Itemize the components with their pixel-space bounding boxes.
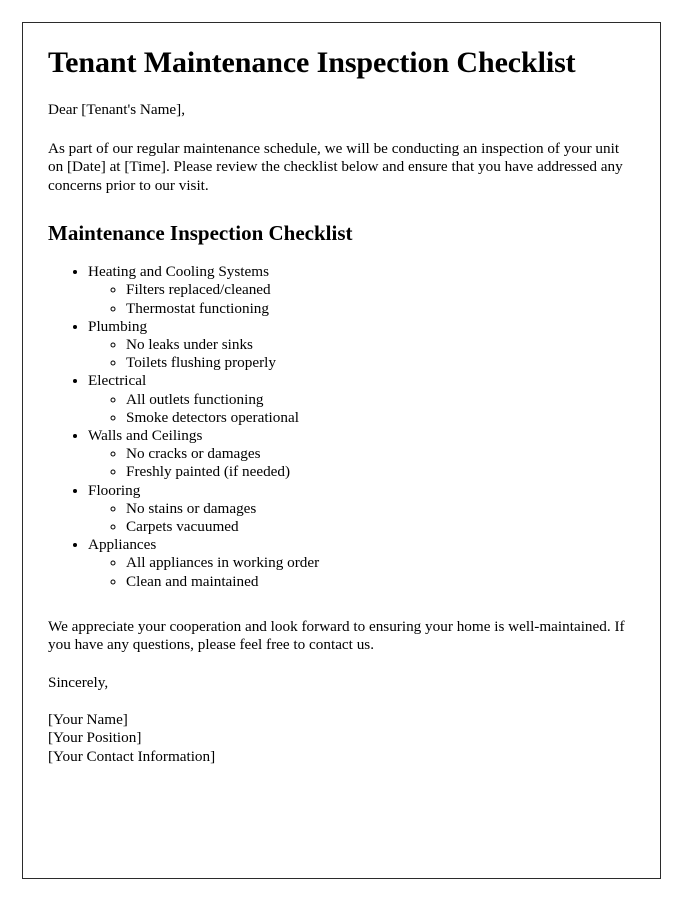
checklist-group-label: Plumbing [88,317,148,335]
signature-position: [Your Position] [48,729,142,747]
checklist-item: Carpets vacuumed [126,518,625,536]
signature-contact: [Your Contact Information] [48,747,216,765]
checklist-subitems: All outlets functioningSmoke detectors o… [88,391,625,427]
checklist-item: No leaks under sinks [126,336,625,354]
signature-name: [Your Name] [48,711,128,729]
section-heading: Maintenance Inspection Checklist [48,221,353,246]
checklist-item: Clean and maintained [126,573,625,591]
checklist-group-label: Walls and Ceilings [88,427,203,445]
checklist-group: AppliancesAll appliances in working orde… [88,536,625,591]
checklist-subitems: No cracks or damagesFreshly painted (if … [88,445,625,481]
checklist-item: All outlets functioning [126,391,625,409]
signature-block: [Your Name] [Your Position] [Your Contac… [48,711,625,766]
checklist-group: Walls and CeilingsNo cracks or damagesFr… [88,427,625,482]
checklist-item: Thermostat functioning [126,300,625,318]
document-page-frame: Tenant Maintenance Inspection Checklist … [22,22,661,879]
checklist-group: FlooringNo stains or damagesCarpets vacu… [88,482,625,537]
checklist: Heating and Cooling SystemsFilters repla… [48,263,625,591]
checklist-group-label: Heating and Cooling Systems [88,263,269,281]
sincerely-text: Sincerely, [48,673,109,691]
checklist-item: No stains or damages [126,500,625,518]
checklist-group-label: Appliances [88,536,157,554]
salutation-text: Dear [Tenant's Name], [48,101,186,119]
intro-paragraph: As part of our regular maintenance sched… [48,139,623,194]
checklist-item: Toilets flushing properly [126,354,625,372]
checklist-group: Heating and Cooling SystemsFilters repla… [88,263,625,318]
checklist-group-label: Electrical [88,372,147,390]
checklist-item: Filters replaced/cleaned [126,281,625,299]
checklist-item: Smoke detectors operational [126,409,625,427]
checklist-group-label: Flooring [88,481,141,499]
checklist-subitems: No stains or damagesCarpets vacuumed [88,500,625,536]
checklist-group: ElectricalAll outlets functioningSmoke d… [88,372,625,427]
checklist-group: PlumbingNo leaks under sinksToilets flus… [88,318,625,373]
page-title: Tenant Maintenance Inspection Checklist [48,46,576,79]
checklist-subitems: Filters replaced/cleanedThermostat funct… [88,281,625,317]
closing-paragraph: We appreciate your cooperation and look … [48,617,625,654]
document-body: Tenant Maintenance Inspection Checklist … [48,45,625,766]
checklist-subitems: No leaks under sinksToilets flushing pro… [88,336,625,372]
checklist-item: All appliances in working order [126,554,625,572]
checklist-item: Freshly painted (if needed) [126,463,625,481]
checklist-item: No cracks or damages [126,445,625,463]
checklist-subitems: All appliances in working orderClean and… [88,554,625,590]
